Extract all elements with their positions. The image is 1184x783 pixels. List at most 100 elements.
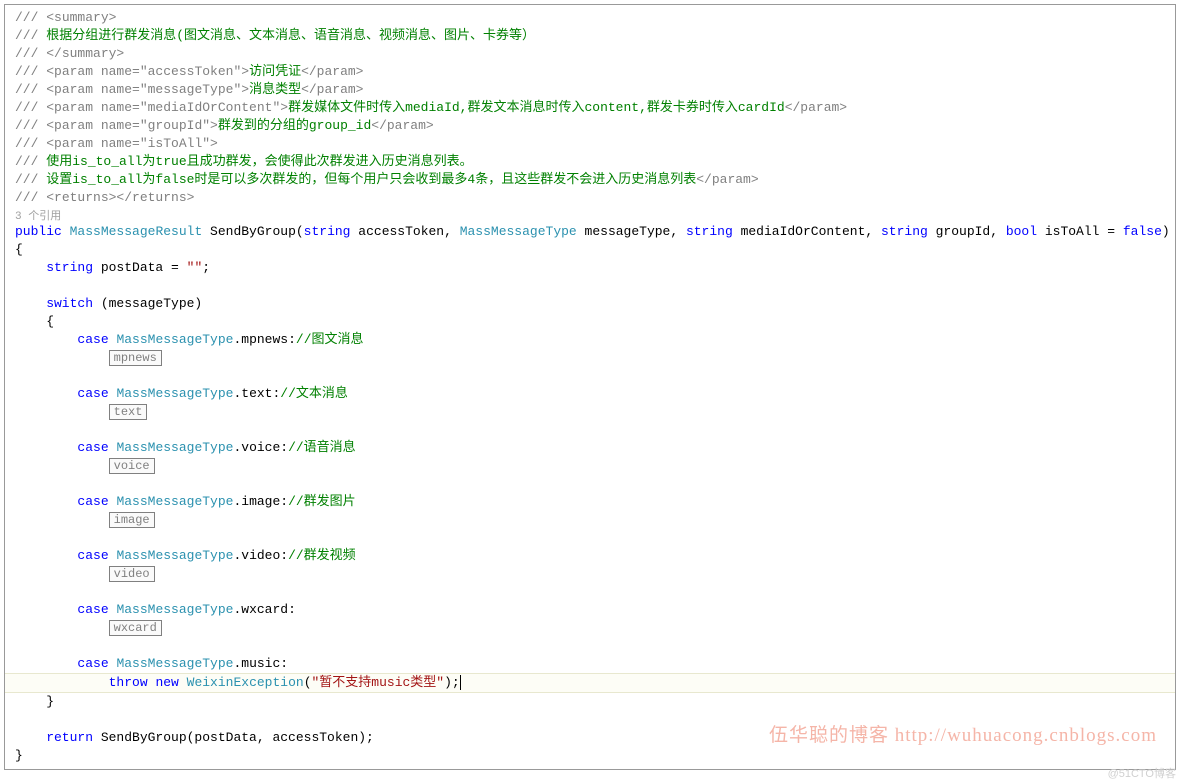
case-video: case MassMessageType.video://群发视频 xyxy=(5,547,1175,565)
xml-doc-line: /// <param name="mediaIdOrContent">群发媒体文… xyxy=(5,99,1175,117)
doc-text: 使用is_to_all为true且成功群发，会使得此次群发进入历史消息列表。 xyxy=(46,154,472,169)
keyword-throw: throw xyxy=(15,675,148,690)
code-fold-box[interactable]: video xyxy=(109,566,155,582)
code-fold-box[interactable]: voice xyxy=(109,458,155,474)
case-image: case MassMessageType.image://群发图片 xyxy=(5,493,1175,511)
xml-doc-line: /// <param name="messageType">消息类型</para… xyxy=(5,81,1175,99)
xml-doc-line: /// <returns></returns> xyxy=(5,189,1175,207)
comment-slash: /// xyxy=(15,136,46,151)
type: MassMessageType xyxy=(116,332,233,347)
case-voice: case MassMessageType.voice://语音消息 xyxy=(5,439,1175,457)
xml-tag: </param> xyxy=(301,82,363,97)
member: .voice: xyxy=(233,440,288,455)
local-decl: string postData = ""; xyxy=(5,259,1175,277)
case-mpnews: case MassMessageType.mpnews://图文消息 xyxy=(5,331,1175,349)
blank-line xyxy=(5,637,1175,655)
code-fold-box[interactable]: mpnews xyxy=(109,350,162,366)
brace-close: } xyxy=(5,747,1175,765)
member: .video: xyxy=(233,548,288,563)
code-fold-box[interactable]: image xyxy=(109,512,155,528)
text-cursor xyxy=(460,675,461,690)
comment-slash: /// xyxy=(15,10,46,25)
brace-open: { xyxy=(5,313,1175,331)
keyword-case: case xyxy=(15,548,109,563)
comment-slash: /// xyxy=(15,100,46,115)
member: .image: xyxy=(233,494,288,509)
xml-doc-line: /// <param name="accessToken">访问凭证</para… xyxy=(5,63,1175,81)
switch-line: switch (messageType) xyxy=(5,295,1175,313)
xml-doc-line: /// </summary> xyxy=(5,45,1175,63)
folded-region: video xyxy=(5,565,1175,583)
folded-region: wxcard xyxy=(5,619,1175,637)
keyword-new: new xyxy=(155,675,178,690)
footer-attribution: @51CTO博客 xyxy=(1108,765,1176,781)
comment-slash: /// xyxy=(15,28,46,43)
blank-line xyxy=(5,421,1175,439)
comment-slash: /// xyxy=(15,172,46,187)
comment: //语音消息 xyxy=(288,440,356,455)
code-fold-box[interactable]: wxcard xyxy=(109,620,162,636)
string-literal: "暂不支持music类型" xyxy=(312,675,445,690)
doc-text: 消息类型 xyxy=(249,82,301,97)
keyword-string: string xyxy=(881,224,928,239)
string-literal: "" xyxy=(187,260,203,275)
param: messageType, xyxy=(577,224,686,239)
keyword-string: string xyxy=(15,260,93,275)
keyword-case: case xyxy=(15,386,109,401)
comment: //群发视频 xyxy=(288,548,356,563)
keyword-switch: switch xyxy=(15,296,93,311)
comment-slash: /// xyxy=(15,118,46,133)
comment-slash: /// xyxy=(15,190,46,205)
method-name: SendByGroup( xyxy=(202,224,303,239)
param: groupId, xyxy=(928,224,1006,239)
xml-tag: </param> xyxy=(785,100,847,115)
xml-tag: <returns></returns> xyxy=(46,190,194,205)
xml-tag: <param name="messageType"> xyxy=(46,82,249,97)
method-signature: public MassMessageResult SendByGroup(str… xyxy=(5,223,1175,241)
case-music: case MassMessageType.music: xyxy=(5,655,1175,673)
code-block: /// <summary> /// 根据分组进行群发消息(图文消息、文本消息、语… xyxy=(4,4,1176,770)
xml-tag: <param name="groupId"> xyxy=(46,118,218,133)
doc-text: 群发到的分组的group_id xyxy=(218,118,371,133)
semicolon: ; xyxy=(202,260,210,275)
space xyxy=(62,224,70,239)
type: MassMessageType xyxy=(460,224,577,239)
keyword-string: string xyxy=(304,224,351,239)
keyword-return: return xyxy=(15,730,93,745)
xml-doc-line: /// <param name="groupId">群发到的分组的group_i… xyxy=(5,117,1175,135)
code-fold-box[interactable]: text xyxy=(109,404,148,420)
watermark-text: 伍华聪的博客 http://wuhuacong.cnblogs.com xyxy=(769,720,1157,747)
keyword-case: case xyxy=(15,440,109,455)
member: .wxcard: xyxy=(233,602,295,617)
param: accessToken, xyxy=(350,224,459,239)
xml-tag: <param name="mediaIdOrContent"> xyxy=(46,100,288,115)
var-name: postData = xyxy=(93,260,187,275)
xml-tag: <param name="isToAll"> xyxy=(46,136,218,151)
comment-slash: /// xyxy=(15,154,46,169)
xml-tag: <summary> xyxy=(46,10,116,25)
codelens-references[interactable]: 3 个引用 xyxy=(5,207,1175,223)
param: mediaIdOrContent, xyxy=(733,224,881,239)
xml-tag: </param> xyxy=(696,172,758,187)
brace-close: } xyxy=(5,693,1175,711)
doc-text: 根据分组进行群发消息(图文消息、文本消息、语音消息、视频消息、图片、卡券等） xyxy=(46,28,535,43)
exception-type: WeixinException xyxy=(187,675,304,690)
comment-slash: /// xyxy=(15,46,46,61)
xml-doc-line: /// 使用is_to_all为true且成功群发，会使得此次群发进入历史消息列… xyxy=(5,153,1175,171)
blank-line xyxy=(5,277,1175,295)
comment-slash: /// xyxy=(15,64,46,79)
comment-slash: /// xyxy=(15,82,46,97)
keyword-case: case xyxy=(15,656,109,671)
switch-arg: (messageType) xyxy=(93,296,202,311)
blank-line xyxy=(5,475,1175,493)
folded-region: image xyxy=(5,511,1175,529)
keyword-case: case xyxy=(15,602,109,617)
throw-line: throw new WeixinException("暂不支持music类型")… xyxy=(5,673,1175,693)
type: MassMessageType xyxy=(116,548,233,563)
xml-tag: </summary> xyxy=(46,46,124,61)
xml-tag: </param> xyxy=(301,64,363,79)
type: MassMessageType xyxy=(116,440,233,455)
keyword-string: string xyxy=(686,224,733,239)
type: MassMessageType xyxy=(116,656,233,671)
type: MassMessageType xyxy=(116,602,233,617)
